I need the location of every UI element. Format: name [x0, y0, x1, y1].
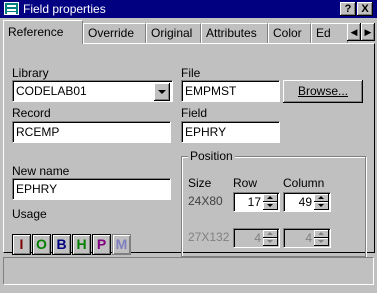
column-24x80-spinner[interactable] [314, 194, 329, 210]
library-label: Library [12, 66, 49, 80]
chevron-down-icon [158, 90, 166, 94]
size-27x132: 27X132 [188, 230, 230, 244]
row-header: Row [233, 176, 258, 190]
row-27x132-spinner[interactable] [263, 230, 278, 246]
library-dropdown-button[interactable] [154, 83, 170, 101]
usage-input-button[interactable]: I [12, 234, 31, 255]
new-name-label: New name [12, 164, 70, 178]
new-name-field[interactable]: EPHRY [12, 178, 171, 200]
window-icon [4, 2, 19, 15]
usage-hidden-button[interactable]: H [72, 234, 91, 255]
tab-scroll-left-icon[interactable]: ◀ [347, 23, 361, 41]
size-24x80: 24X80 [188, 194, 223, 208]
record-label: Record [12, 106, 51, 120]
file-field[interactable]: EMPMST [181, 80, 280, 102]
tab-color[interactable]: Color [268, 23, 311, 43]
position-title: Position [188, 149, 235, 163]
title-bar: Field properties ? X [0, 0, 377, 18]
browse-button[interactable]: Browse... [283, 80, 363, 103]
size-header: Size [188, 176, 212, 190]
tab-original[interactable]: Original [146, 23, 201, 43]
close-button[interactable]: X [357, 2, 373, 16]
column-header: Column [283, 176, 325, 190]
usage-both-button[interactable]: B [52, 234, 71, 255]
field-name-field[interactable]: EPHRY [181, 121, 280, 143]
field-label: Field [181, 106, 208, 120]
tab-scroll-right-icon[interactable]: ▶ [361, 23, 375, 41]
usage-message-button[interactable]: M [112, 234, 131, 255]
tab-attributes[interactable]: Attributes [201, 23, 268, 43]
tab-reference[interactable]: Reference [3, 20, 83, 44]
library-combobox[interactable]: CODELAB01 [12, 80, 173, 102]
library-value: CODELAB01 [16, 84, 87, 98]
file-label: File [181, 66, 201, 80]
usage-output-button[interactable]: O [32, 234, 51, 255]
record-field[interactable]: RCEMP [12, 121, 171, 143]
tab-edit[interactable]: Ed [311, 23, 348, 43]
row-24x80-spinner[interactable] [263, 194, 278, 210]
tab-override[interactable]: Override [83, 23, 146, 43]
usage-program-button[interactable]: P [92, 234, 111, 255]
usage-label: Usage [12, 207, 47, 221]
column-27x132-spinner[interactable] [314, 230, 329, 246]
window-title: Field properties [23, 2, 106, 16]
status-bar [3, 257, 374, 285]
help-button[interactable]: ? [340, 2, 356, 16]
